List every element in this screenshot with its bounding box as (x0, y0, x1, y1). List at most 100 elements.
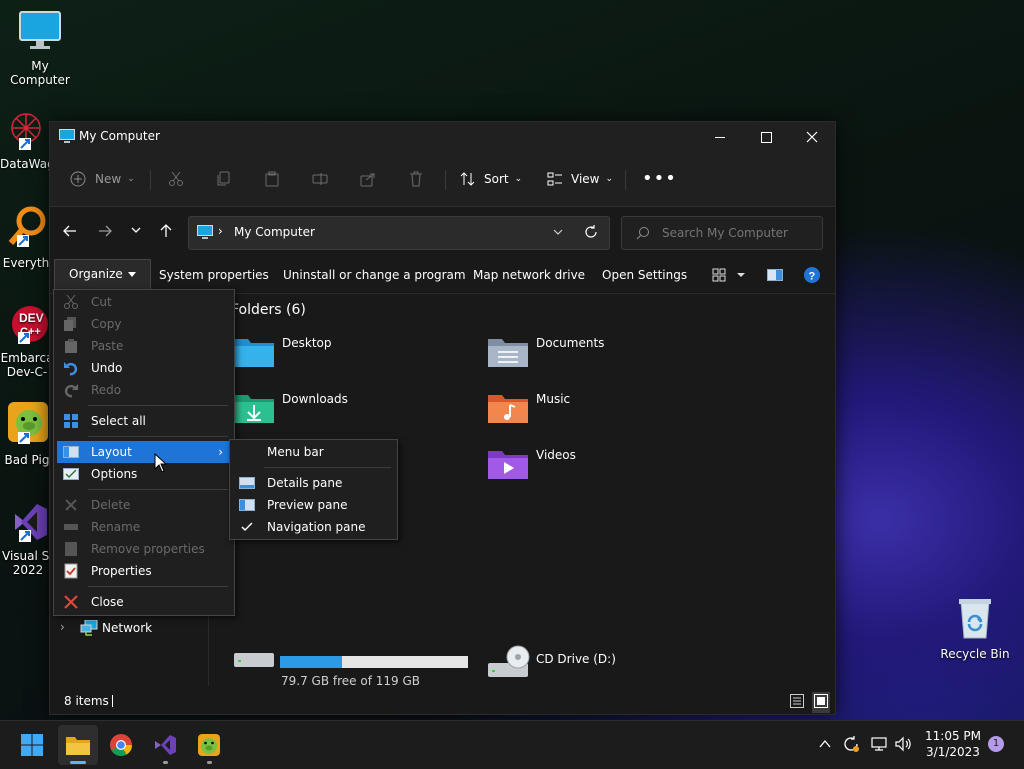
folder-item-documents[interactable]: Documents (484, 331, 684, 371)
back-button[interactable] (62, 223, 78, 242)
menu-item-label: Cut (91, 295, 112, 309)
menu-item-redo[interactable]: Redo (57, 379, 231, 401)
folder-item-videos[interactable]: Videos (484, 443, 684, 483)
tray-network-button[interactable] (870, 735, 888, 756)
tray-sync-icon-button[interactable] (842, 735, 860, 756)
search-icon (636, 227, 649, 240)
menu-item-undo[interactable]: Undo (57, 357, 231, 379)
menu-item-cut[interactable]: Cut (57, 291, 231, 313)
delete-button[interactable] (408, 164, 424, 194)
navigation-bar: › My Computer (50, 207, 835, 257)
trash-icon (410, 171, 422, 187)
menu-separator (88, 436, 228, 437)
refresh-button[interactable] (584, 225, 598, 242)
menu-item-paste[interactable]: Paste (57, 335, 231, 357)
breadcrumb-separator-icon: › (218, 224, 223, 238)
taskbar-chrome[interactable] (104, 729, 138, 761)
rename-icon (312, 173, 328, 185)
sort-button[interactable]: Sort ⌄ (460, 164, 522, 194)
title-bar[interactable]: My Computer (50, 122, 835, 152)
more-options-button[interactable]: ••• (642, 164, 677, 194)
minimize-button[interactable] (697, 122, 743, 152)
folder-name: Downloads (282, 392, 348, 406)
svg-text:DEV: DEV (19, 311, 44, 325)
submenu-item-navigation-pane[interactable]: Navigation pane (233, 516, 394, 538)
share-button[interactable] (360, 164, 376, 194)
menu-item-close[interactable]: Close (57, 591, 231, 613)
help-button[interactable]: ? (804, 267, 820, 286)
preview-pane-button[interactable] (767, 269, 783, 284)
tray-volume-button[interactable] (894, 735, 912, 756)
rename-button[interactable] (312, 164, 328, 194)
submenu-item-preview-pane[interactable]: Preview pane (233, 494, 394, 516)
paste-button[interactable] (264, 164, 280, 194)
submenu-item-details-pane[interactable]: Details pane (233, 472, 394, 494)
visual-studio-icon (155, 735, 176, 755)
taskbar-file-explorer[interactable] (58, 725, 98, 765)
clock[interactable]: 11:05 PM 3/1/2023 (920, 728, 986, 760)
map-network-drive-button[interactable]: Map network drive (473, 257, 585, 293)
desktop-icon-everything[interactable]: Everyth (0, 205, 52, 270)
details-view-button[interactable] (790, 694, 804, 711)
open-settings-button[interactable]: Open Settings (602, 257, 687, 293)
system-properties-button[interactable]: System properties (159, 257, 269, 293)
menu-item-delete[interactable]: Delete (57, 494, 231, 516)
nav-item-network[interactable]: › Network (58, 619, 198, 639)
address-bar[interactable]: › My Computer (188, 216, 610, 250)
menu-item-copy[interactable]: Copy (57, 313, 231, 335)
desktop-icon-datawag[interactable]: DataWag (0, 106, 55, 171)
submenu-item-menu-bar[interactable]: Menu bar (233, 441, 394, 463)
search-box[interactable] (621, 216, 823, 250)
item-count: 8 items (64, 694, 109, 708)
scissors-icon (169, 171, 183, 186)
folders-group-header[interactable]: Folders (6) (231, 302, 306, 318)
sort-label: Sort (484, 172, 509, 186)
taskbar-bad-piggies[interactable] (192, 729, 226, 764)
mouse-cursor-icon (154, 453, 168, 473)
drive-item-cd[interactable]: CD Drive (D:) (484, 643, 684, 683)
search-input[interactable] (660, 223, 814, 243)
view-options-icon (712, 268, 745, 282)
menu-item-rename[interactable]: Rename (57, 516, 231, 538)
organize-button[interactable]: Organize (54, 259, 151, 291)
taskbar-visual-studio[interactable] (148, 729, 182, 764)
copy-button[interactable] (216, 164, 232, 194)
menu-item-remove-properties[interactable]: Remove properties (57, 538, 231, 560)
large-icons-view-button[interactable] (812, 692, 830, 713)
new-button[interactable]: New ⌄ (70, 164, 135, 194)
close-button[interactable] (789, 122, 835, 152)
notification-badge[interactable]: 1 (988, 736, 1004, 752)
cut-button[interactable] (168, 164, 184, 194)
change-view-button[interactable] (712, 268, 746, 285)
desktop-icon-recycle-bin[interactable]: Recycle Bin (935, 596, 1015, 661)
status-bar: 8 items (50, 686, 835, 714)
uninstall-program-button[interactable]: Uninstall or change a program (283, 257, 466, 293)
menu-item-select-all[interactable]: Select all (57, 410, 231, 432)
forward-button[interactable] (97, 223, 113, 242)
large-icons-view-icon (814, 694, 828, 708)
drive-usage-bar (280, 656, 468, 668)
view-button[interactable]: View ⌄ (547, 164, 613, 194)
desktop-icon-bad-piggies[interactable]: Bad Pig (0, 400, 54, 467)
svg-text:?: ? (809, 271, 816, 283)
menu-item-properties[interactable]: Properties (57, 560, 231, 582)
folder-item-music[interactable]: Music (484, 387, 684, 427)
breadcrumb-location[interactable]: My Computer (234, 225, 315, 239)
desktop-icon-visual-studio[interactable]: Visual St 2022 (0, 500, 56, 577)
menu-item-options[interactable]: Options (57, 463, 231, 485)
network-icon (871, 737, 887, 751)
maximize-button[interactable] (743, 122, 789, 152)
up-button[interactable] (158, 223, 174, 242)
minimize-icon (715, 136, 725, 138)
menu-item-layout[interactable]: Layout › (57, 441, 231, 463)
show-hidden-icons-button[interactable] (818, 737, 832, 754)
folder-item-downloads[interactable]: Downloads (230, 387, 430, 427)
address-dropdown-button[interactable] (552, 226, 564, 241)
desktop-icon-label: Bad Pig (4, 453, 50, 467)
menu-item-label: Navigation pane (267, 520, 366, 534)
recent-locations-button[interactable] (130, 224, 142, 239)
start-button[interactable] (15, 729, 49, 761)
desktop-icon-my-computer[interactable]: My Computer (0, 10, 80, 87)
folder-item-desktop[interactable]: Desktop (230, 331, 430, 371)
desktop-icon-devcpp[interactable]: DEV C++ Embarca Dev-C- (0, 302, 54, 379)
